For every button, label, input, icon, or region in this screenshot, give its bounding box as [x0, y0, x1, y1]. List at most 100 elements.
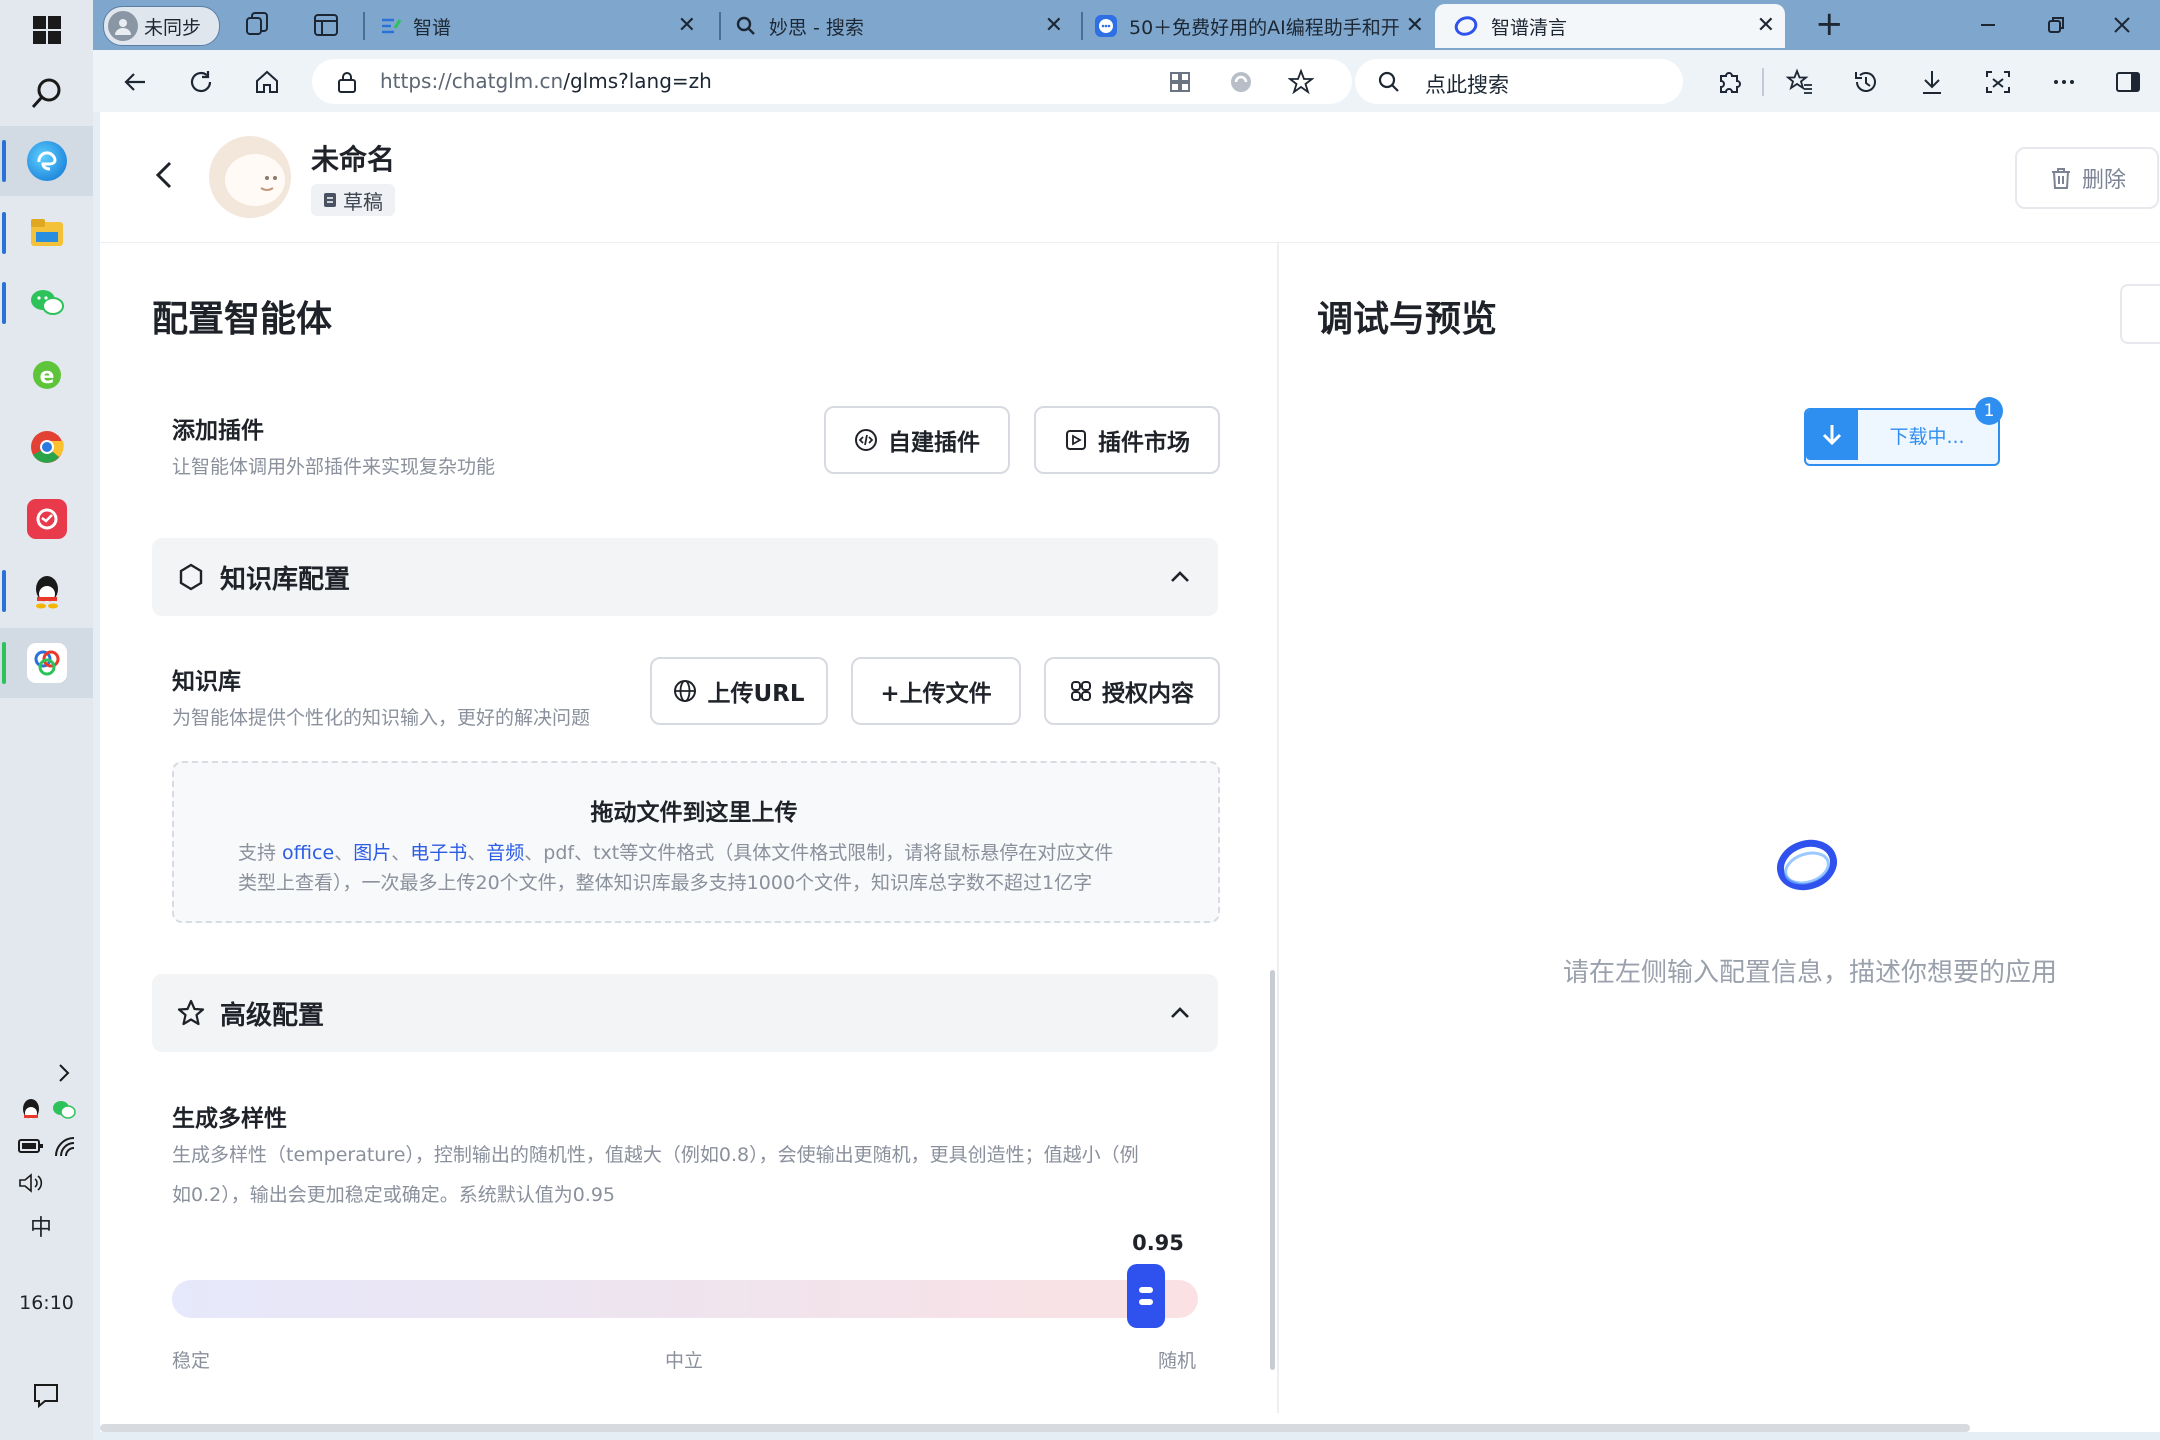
tab-actions-icon: [314, 14, 338, 36]
volume-icon[interactable]: [18, 1172, 44, 1194]
refresh-button[interactable]: [181, 62, 221, 102]
upload-url-button[interactable]: 上传URL: [650, 657, 828, 725]
agent-avatar[interactable]: [209, 136, 291, 218]
tab-close-icon[interactable]: ✕: [1045, 13, 1063, 38]
trash-icon: [2051, 168, 2070, 189]
wifi-icon[interactable]: [54, 1136, 76, 1158]
tab-ai-coding[interactable]: 50＋免费好用的AI编程助手和开发 ✕: [1089, 4, 1434, 48]
tab-zhipu[interactable]: 智谱 ✕: [373, 4, 706, 48]
taskbar-app-wechat[interactable]: [0, 268, 93, 338]
image-link[interactable]: 图片: [353, 842, 391, 864]
code-circle-icon: [855, 429, 877, 451]
knowledge-label: 知识库: [172, 669, 241, 695]
downloads-button[interactable]: [1912, 62, 1952, 102]
audio-link[interactable]: 音频: [486, 842, 524, 864]
vertical-tabs-button[interactable]: [311, 10, 341, 40]
profile-button[interactable]: 未同步: [103, 6, 220, 46]
hexagon-icon: [179, 563, 203, 591]
tab-close-icon[interactable]: ✕: [1406, 13, 1424, 38]
tab-chatglm[interactable]: 智谱清言 ✕: [1435, 4, 1785, 48]
horizontal-scrollbar[interactable]: [100, 1424, 1970, 1432]
history-button[interactable]: [1846, 62, 1886, 102]
temperature-slider-thumb[interactable]: [1127, 1264, 1165, 1328]
download-status-label: 下载中...: [1889, 425, 1965, 448]
ime-indicator[interactable]: 中: [30, 1210, 52, 1242]
tab-separator: [1081, 12, 1083, 40]
search-box[interactable]: 点此搜索: [1355, 59, 1683, 104]
temperature-slider-track[interactable]: [172, 1280, 1198, 1318]
taskbar-app-chrome[interactable]: [0, 412, 93, 482]
back-button[interactable]: [115, 62, 155, 102]
temperature-description-line1: 生成多样性（temperature），控制输出的随机性，值越大（例如0.8），会…: [172, 1144, 1139, 1166]
start-button[interactable]: [0, 0, 93, 60]
sidebar-icon: [2116, 72, 2140, 92]
taskbar-app-qq[interactable]: [0, 556, 93, 626]
app-grid-icon[interactable]: [1168, 70, 1192, 94]
search-taskbar-button[interactable]: [0, 58, 93, 128]
clock[interactable]: 16:10: [0, 1292, 93, 1314]
upload-file-button[interactable]: +上传文件: [851, 657, 1021, 725]
translate-icon[interactable]: [1228, 69, 1254, 95]
plugin-market-button[interactable]: 插件市场: [1034, 406, 1220, 474]
authorize-content-button[interactable]: 授权内容: [1044, 657, 1220, 725]
taskbar-app-baidu-netdisk[interactable]: [0, 628, 93, 698]
favorites-button[interactable]: [1780, 62, 1820, 102]
temperature-description-line2: 如0.2），输出会更加稳定或确定。系统默认值为0.95: [172, 1184, 616, 1206]
agent-name[interactable]: 未命名: [311, 138, 395, 178]
screenshot-button[interactable]: [1978, 62, 2018, 102]
tab-miaosi-search[interactable]: 妙思 - 搜索 ✕: [729, 4, 1073, 48]
preview-side-button[interactable]: [2120, 284, 2160, 344]
ebook-link[interactable]: 电子书: [410, 842, 467, 864]
refresh-icon: [190, 71, 212, 93]
tab-close-icon[interactable]: ✕: [1757, 13, 1775, 38]
advanced-accordion-header[interactable]: 高级配置: [152, 974, 1218, 1052]
taskbar-app-ie[interactable]: e: [0, 340, 93, 410]
extensions-button[interactable]: [1709, 62, 1749, 102]
windows-icon: [32, 16, 61, 44]
tab-label: 智谱清言: [1491, 16, 1568, 39]
new-tab-button[interactable]: +: [1815, 4, 1844, 44]
authorize-content-label: 授权内容: [1102, 681, 1194, 707]
notification-button[interactable]: [32, 1382, 60, 1408]
knowledge-accordion-header[interactable]: 知识库配置: [152, 538, 1218, 616]
taskbar-app-red[interactable]: [0, 484, 93, 554]
minimize-button[interactable]: [1973, 10, 2003, 40]
taskbar: e 中 16:10: [0, 0, 93, 1440]
home-button[interactable]: [247, 62, 287, 102]
taskbar-app-edge[interactable]: [0, 126, 93, 196]
favorite-star-icon[interactable]: [1288, 69, 1314, 95]
address-bar[interactable]: https://chatglm.cn/glms?lang=zh: [312, 59, 1352, 104]
chrome-icon: [27, 427, 67, 467]
restore-button[interactable]: [2041, 10, 2071, 40]
toolbar-separator: [1762, 68, 1764, 96]
tab-close-icon[interactable]: ✕: [678, 13, 696, 38]
back-nav-button[interactable]: [148, 158, 182, 192]
edge-icon: [26, 141, 67, 181]
browser-tab-bar: 未同步 智谱 ✕ 妙思 - 搜索 ✕ 50＋免费好用的AI编程助手和开发 ✕ 智…: [93, 0, 2160, 50]
search-placeholder: 点此搜索: [1425, 73, 1509, 97]
draft-icon: [324, 193, 336, 207]
close-window-button[interactable]: [2107, 10, 2137, 40]
tray-qq-icon[interactable]: [20, 1098, 42, 1124]
knowledge-description: 为智能体提供个性化的知识输入，更好的解决问题: [172, 707, 591, 729]
delete-button[interactable]: 删除: [2015, 147, 2159, 209]
tray-wechat-icon[interactable]: [52, 1100, 76, 1120]
workspaces-button[interactable]: [243, 10, 273, 40]
globe-icon: [674, 680, 697, 702]
battery-icon[interactable]: [18, 1138, 44, 1156]
dropzone-text: 、: [334, 842, 354, 864]
running-indicator: [2, 212, 6, 254]
office-link[interactable]: office: [282, 842, 334, 864]
running-indicator: [2, 282, 6, 324]
left-panel-scrollbar[interactable]: [1270, 970, 1275, 1370]
tray-expand-button[interactable]: [56, 1062, 72, 1084]
taskbar-app-explorer[interactable]: [0, 198, 93, 268]
dropzone-text: 、: [391, 842, 411, 864]
dropzone-title: 拖动文件到这里上传: [590, 800, 798, 826]
more-menu-button[interactable]: [2044, 62, 2084, 102]
home-icon: [256, 70, 278, 93]
sidebar-toggle-button[interactable]: [2108, 62, 2148, 102]
upload-file-label: +上传文件: [880, 681, 992, 707]
custom-plugin-button[interactable]: 自建插件: [824, 406, 1010, 474]
svg-text:e: e: [39, 364, 54, 389]
